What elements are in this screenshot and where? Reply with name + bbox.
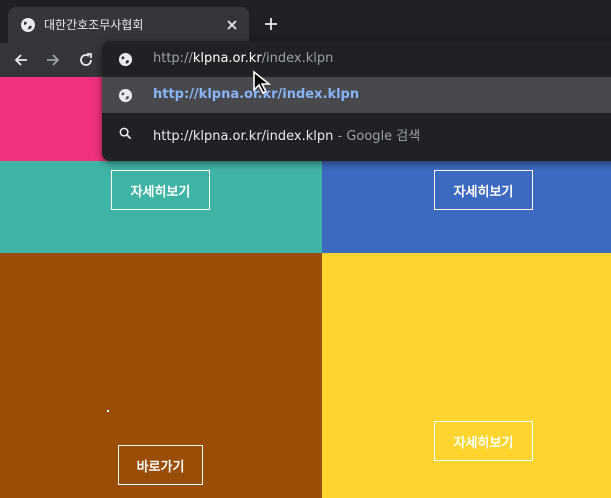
teal-panel: 자세히보기 [0, 161, 322, 253]
blue-panel: 자세히보기 [322, 161, 611, 253]
address-path: /index.klpn [261, 51, 334, 66]
new-tab-icon[interactable] [262, 15, 280, 33]
search-icon [119, 127, 132, 140]
back-icon[interactable] [12, 51, 30, 69]
yellow-panel: 자세히보기 [322, 253, 611, 498]
globe-icon [118, 52, 133, 67]
yellow-detail-button[interactable]: 자세히보기 [434, 421, 533, 461]
globe-icon [118, 88, 133, 103]
address-host: klpna.or.kr [192, 51, 262, 66]
teal-detail-button[interactable]: 자세히보기 [111, 170, 210, 210]
address-scheme: http:// [153, 51, 193, 66]
reload-icon[interactable] [77, 51, 95, 69]
tab-strip: 대한간호조무사협회 [0, 0, 611, 43]
suggestion-search-text: http://klpna.or.kr/index.klpn - Google 검… [153, 125, 420, 144]
forward-icon[interactable] [44, 51, 62, 69]
address-input[interactable]: http://klpna.or.kr/index.klpn [102, 41, 611, 77]
address-text: http://klpna.or.kr/index.klpn [153, 51, 333, 66]
close-icon[interactable] [223, 16, 241, 34]
decorative-dot [107, 410, 109, 412]
globe-icon [21, 18, 35, 32]
suggestion-search-suffix: - Google 검색 [333, 129, 421, 144]
tab-title: 대한간호조무사협회 [44, 18, 144, 32]
blue-detail-button[interactable]: 자세히보기 [434, 170, 533, 210]
mouse-cursor-icon [253, 70, 272, 95]
suggestion-url[interactable]: http://klpna.or.kr/index.klpn [102, 77, 611, 113]
browser-tab[interactable]: 대한간호조무사협회 [8, 7, 249, 43]
suggestion-search-url: http://klpna.or.kr/index.klpn [153, 129, 334, 144]
go-button[interactable]: 바로가기 [118, 445, 203, 485]
suggestion-search[interactable]: http://klpna.or.kr/index.klpn - Google 검… [102, 115, 611, 151]
omnibox-dropdown: http://klpna.or.kr/index.klpn http://klp… [102, 41, 611, 161]
brown-panel: 바로가기 [0, 253, 322, 498]
